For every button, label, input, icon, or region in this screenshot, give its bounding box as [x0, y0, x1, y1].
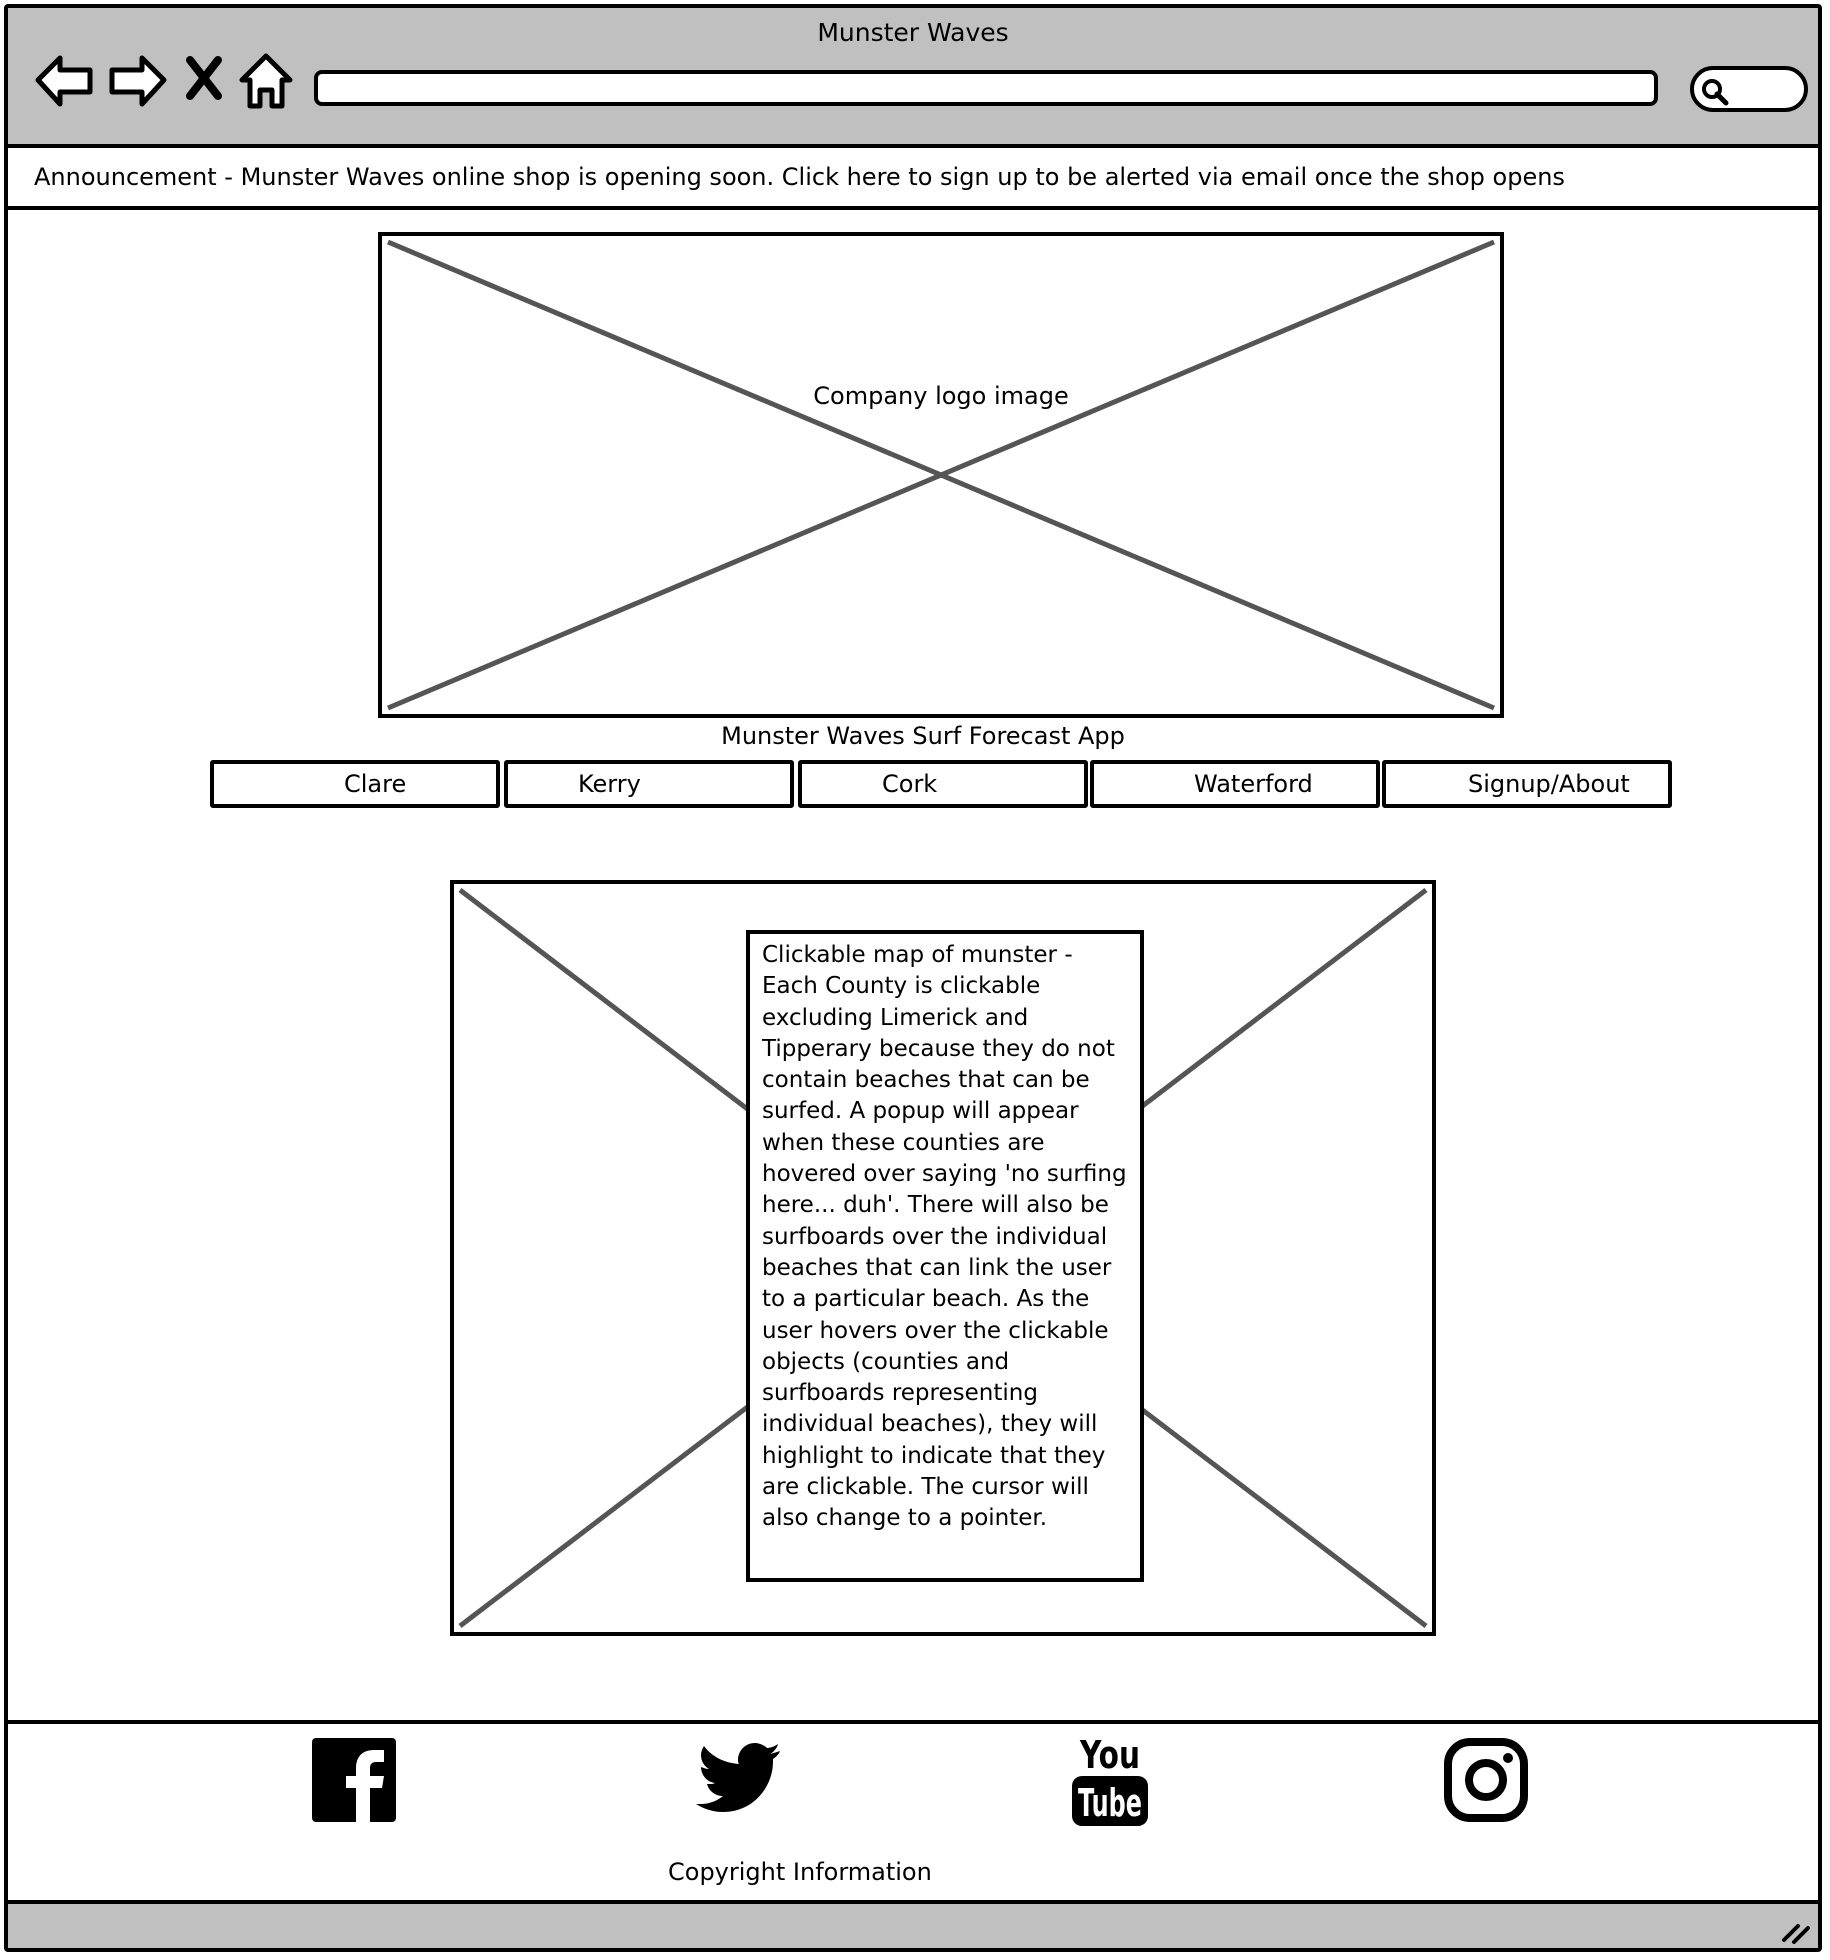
company-logo-placeholder: Company logo image — [378, 232, 1504, 718]
page-footer: You Tube Copyright Information — [8, 1720, 1818, 1904]
logo-label: Company logo image — [813, 382, 1069, 410]
facebook-icon[interactable] — [312, 1738, 396, 1826]
instagram-icon[interactable] — [1444, 1738, 1528, 1826]
browser-statusbar — [8, 1904, 1818, 1948]
back-arrow-icon[interactable] — [32, 52, 96, 112]
tab-label: Clare — [344, 770, 407, 798]
image-placeholder-cross — [387, 239, 1495, 711]
browser-window: Munster Waves Announcement - Munster Wav… — [4, 4, 1822, 1952]
tab-signup-about[interactable]: Signup/About — [1382, 760, 1672, 808]
youtube-icon[interactable]: You Tube — [1068, 1732, 1152, 1832]
tab-cork[interactable]: Cork — [798, 760, 1088, 808]
tab-waterford[interactable]: Waterford — [1090, 760, 1380, 808]
address-bar[interactable] — [314, 70, 1658, 106]
tab-kerry[interactable]: Kerry — [504, 760, 794, 808]
youtube-text-top: You — [1079, 1733, 1140, 1777]
close-x-icon[interactable] — [182, 52, 226, 112]
browser-titlebar: Munster Waves — [8, 8, 1818, 148]
search-icon — [1702, 79, 1729, 106]
youtube-text-bottom: Tube — [1078, 1781, 1142, 1825]
announcement-banner[interactable]: Announcement - Munster Waves online shop… — [8, 148, 1818, 210]
map-description: Clickable map of munster - Each County i… — [746, 930, 1144, 1582]
app-title: Munster Waves Surf Forecast App — [721, 722, 1125, 750]
window-title: Munster Waves — [817, 18, 1009, 47]
twitter-icon[interactable] — [694, 1742, 782, 1820]
tab-label: Kerry — [578, 770, 641, 798]
tab-label: Signup/About — [1468, 770, 1630, 798]
resize-grip-icon[interactable] — [1778, 1912, 1812, 1946]
tab-label: Waterford — [1194, 770, 1313, 798]
home-icon[interactable] — [236, 52, 300, 112]
search-box[interactable] — [1690, 66, 1808, 112]
munster-map-placeholder[interactable]: Clickable map of munster - Each County i… — [450, 880, 1436, 1636]
tab-label: Cork — [882, 770, 938, 798]
copyright-text: Copyright Information — [668, 1858, 932, 1886]
forward-arrow-icon[interactable] — [106, 52, 170, 112]
tab-clare[interactable]: Clare — [210, 760, 500, 808]
